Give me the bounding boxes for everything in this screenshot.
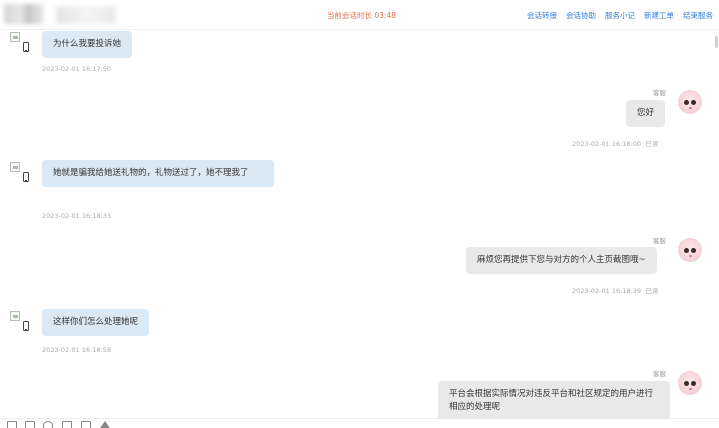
session-timer: 当前会话时长 03:48 — [327, 11, 396, 20]
user-message-bubble: 为什么我要投诉她 — [42, 31, 133, 58]
message-timestamp: 2023-02-01 16:17:50 — [42, 65, 112, 73]
user-avatar — [8, 30, 34, 56]
blurred-user-name — [56, 6, 116, 24]
phone-icon — [23, 172, 29, 182]
message-timestamp: 2023-02-01 16:18:00 已读 — [572, 140, 659, 148]
message-timestamp: 2023-02-01 16:18:58 — [42, 346, 112, 354]
service-notes-link[interactable]: 服务小记 — [605, 10, 635, 21]
agent-label: 客服 — [653, 370, 666, 378]
top-bar: 当前会话时长 03:48 会话转接 会话协助 服务小记 新建工单 结束服务 — [0, 0, 719, 30]
end-service-link[interactable]: 结束服务 — [683, 10, 713, 21]
user-avatar — [8, 309, 34, 335]
agent-message-bubble: 您好 — [626, 100, 666, 127]
agent-label: 客服 — [653, 89, 666, 97]
header-actions: 会话转接 会话协助 服务小记 新建工单 结束服务 — [527, 10, 713, 21]
user-message-bubble: 她就是骗我给她送礼物的，礼物送过了，她不理我了 — [42, 160, 274, 187]
agent-message-bubble: 平台会根据实际情况对违反平台和社区规定的用户进行相应的处理呢 — [438, 381, 670, 421]
new-ticket-link[interactable]: 新建工单 — [644, 10, 674, 21]
agent-label: 客服 — [653, 237, 666, 245]
user-message-bubble: 这样你们怎么处理她呢 — [42, 309, 150, 336]
quick-reply-icon[interactable] — [81, 421, 91, 428]
broken-image-icon — [10, 162, 20, 172]
message-timestamp: 2023-02-01 16:18:33 — [42, 212, 112, 220]
agent-avatar — [678, 238, 702, 262]
file-icon[interactable] — [62, 421, 72, 428]
assist-session-link[interactable]: 会话协助 — [566, 10, 596, 21]
user-avatar — [8, 160, 34, 186]
emoji-icon[interactable] — [7, 421, 17, 428]
phone-icon — [23, 321, 29, 331]
smile-icon[interactable] — [43, 421, 53, 428]
agent-avatar — [678, 371, 702, 395]
transfer-session-link[interactable]: 会话转接 — [527, 10, 557, 21]
read-status: 已读 — [645, 287, 659, 295]
phone-icon — [23, 42, 29, 52]
agent-avatar — [678, 90, 702, 114]
input-toolbar — [0, 418, 719, 428]
read-status: 已读 — [645, 140, 659, 148]
agent-message-bubble: 麻烦您再提供下您与对方的个人主页截图哦~ — [466, 247, 657, 274]
broken-image-icon — [10, 32, 20, 42]
blurred-user-avatar — [4, 4, 44, 24]
broken-image-icon — [10, 311, 20, 321]
star-icon[interactable] — [100, 421, 110, 428]
message-timestamp: 2023-02-01 16:18:39 已读 — [572, 287, 659, 295]
image-icon[interactable] — [25, 421, 35, 428]
scrollbar[interactable] — [715, 36, 718, 48]
